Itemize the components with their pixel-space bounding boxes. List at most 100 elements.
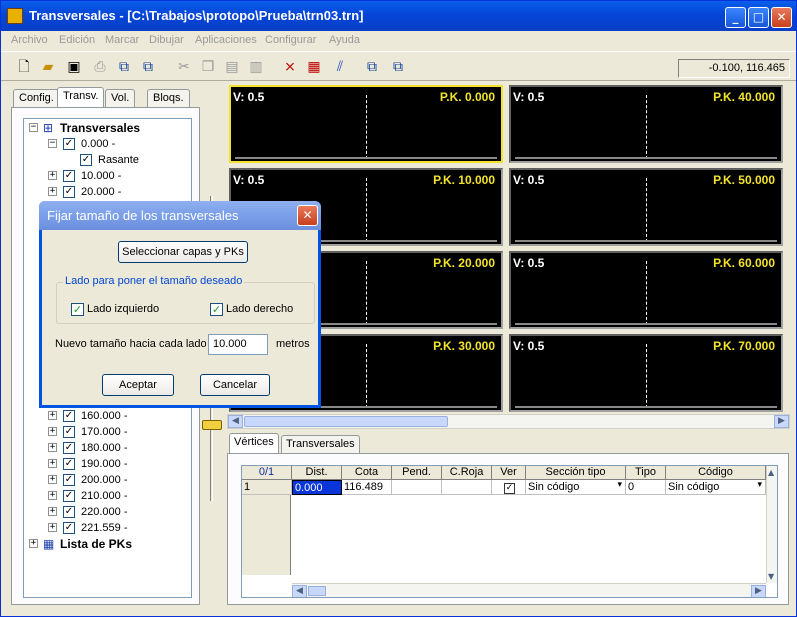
dropdown-icon[interactable]: ▾ xyxy=(617,480,622,490)
scroll-up-icon[interactable]: ▲ xyxy=(768,468,774,477)
menu-ayuda[interactable]: Ayuda xyxy=(329,34,360,46)
scroll-left-icon[interactable]: ◀ xyxy=(292,585,307,597)
right-side-checkbox-icon[interactable]: ✓ xyxy=(210,303,223,316)
expand-icon[interactable]: + xyxy=(48,491,57,500)
new-file-icon[interactable]: 🗋 xyxy=(15,58,33,76)
checkbox-icon[interactable]: ✓ xyxy=(63,170,75,182)
checkbox-icon[interactable]: ✓ xyxy=(63,138,75,150)
tree-item-0[interactable]: − ✓ 0.000 - xyxy=(48,136,188,152)
section-view[interactable]: V: 0.5 P.K. 60.000 xyxy=(509,251,783,329)
checkbox-icon[interactable]: ✓ xyxy=(63,474,75,486)
checkbox-icon[interactable]: ✓ xyxy=(63,442,75,454)
scroll-right-icon[interactable]: ▶ xyxy=(751,585,766,597)
menu-archivo[interactable]: Archivo xyxy=(11,34,48,46)
checkbox-icon[interactable]: ✓ xyxy=(63,522,75,534)
seccion-cell[interactable]: Sin código ▾ xyxy=(526,480,626,495)
tab-transversales[interactable]: Transversales xyxy=(281,435,360,453)
tab-bloqs[interactable]: Bloqs. xyxy=(147,89,190,107)
expand-icon[interactable]: + xyxy=(48,187,57,196)
splitter-handle[interactable] xyxy=(202,420,222,430)
grid-icon[interactable]: ▦ xyxy=(305,58,323,76)
tree-item-210[interactable]: + ✓ 210.000 - xyxy=(48,488,188,504)
checkbox-icon[interactable]: ✓ xyxy=(63,186,75,198)
expand-icon[interactable]: + xyxy=(48,443,57,452)
close-button[interactable]: ✕ xyxy=(771,7,792,28)
checkbox-icon[interactable]: ✓ xyxy=(63,458,75,470)
checkbox-icon[interactable]: ✓ xyxy=(80,154,92,166)
column-header[interactable]: 0/1 xyxy=(242,466,292,480)
pend-cell[interactable] xyxy=(392,480,442,495)
column-header[interactable]: Sección tipo xyxy=(526,466,626,480)
table-hscrollbar[interactable]: ◀ ▶ xyxy=(292,583,766,597)
sections-hscrollbar[interactable]: ◀ ▶ xyxy=(227,414,790,429)
export-icon[interactable]: ⧉ xyxy=(115,58,133,76)
croja-cell[interactable] xyxy=(442,480,492,495)
tree-item-20[interactable]: + ✓ 20.000 - xyxy=(48,184,188,200)
import-icon[interactable]: ⧉ xyxy=(139,58,157,76)
ver-cell[interactable]: ✓ xyxy=(492,480,526,495)
accept-button[interactable]: Aceptar xyxy=(102,374,174,396)
tab-vertices[interactable]: Vértices xyxy=(229,433,279,454)
paste-icon[interactable]: ▤ xyxy=(223,58,241,76)
checkbox-icon[interactable]: ✓ xyxy=(63,410,75,422)
expand-icon[interactable]: + xyxy=(48,459,57,468)
left-side-checkbox-icon[interactable]: ✓ xyxy=(71,303,84,316)
column-header[interactable]: Tipo xyxy=(626,466,666,480)
tree-pk-list[interactable]: + ▦ Lista de PKs xyxy=(29,536,179,552)
cancel-button[interactable]: Cancelar xyxy=(200,374,270,396)
tree-item-rasante[interactable]: ✓ Rasante xyxy=(80,152,180,168)
layer-import-icon[interactable]: ⧉ xyxy=(389,58,407,76)
menu-edicion[interactable]: Edición xyxy=(59,34,95,46)
scroll-down-icon[interactable]: ▼ xyxy=(768,572,774,581)
clipboard-icon[interactable]: ▥ xyxy=(247,58,265,76)
scroll-thumb[interactable] xyxy=(308,586,326,596)
tree-item-10[interactable]: + ✓ 10.000 - xyxy=(48,168,188,184)
cota-cell[interactable]: 116.489 xyxy=(342,480,392,495)
expand-icon[interactable]: + xyxy=(29,539,38,548)
tab-transv[interactable]: Transv. xyxy=(57,87,105,108)
layer-export-icon[interactable]: ⧉ xyxy=(363,58,381,76)
section-view[interactable]: V: 0.5 P.K. 70.000 xyxy=(509,334,783,412)
open-folder-icon[interactable]: ▰ xyxy=(39,58,57,76)
tree-root[interactable]: − ⊞ Transversales xyxy=(29,120,189,136)
collapse-icon[interactable]: − xyxy=(48,139,57,148)
expand-icon[interactable]: + xyxy=(48,523,57,532)
section-view[interactable]: V: 0.5 P.K. 40.000 xyxy=(509,85,783,163)
scroll-right-icon[interactable]: ▶ xyxy=(774,415,789,428)
dropdown-icon[interactable]: ▾ xyxy=(757,480,762,490)
maximize-button[interactable]: □ xyxy=(748,7,769,28)
tree-item-220[interactable]: + ✓ 220.000 - xyxy=(48,504,188,520)
print-icon[interactable]: ⎙ xyxy=(91,58,109,76)
tree-item-190[interactable]: + ✓ 190.000 - xyxy=(48,456,188,472)
tipo-cell[interactable]: 0 xyxy=(626,480,666,495)
crossing-lines-icon[interactable]: ⨯ xyxy=(281,58,299,76)
menu-dibujar[interactable]: Dibujar xyxy=(149,34,184,46)
expand-icon[interactable]: + xyxy=(48,171,57,180)
minimize-button[interactable]: _ xyxy=(725,7,746,28)
menu-aplicaciones[interactable]: Aplicaciones xyxy=(195,34,257,46)
row-index[interactable]: 1 xyxy=(242,480,292,495)
table-vscrollbar[interactable]: ▲ ▼ xyxy=(766,466,777,583)
tree-item-200[interactable]: + ✓ 200.000 - xyxy=(48,472,188,488)
menu-marcar[interactable]: Marcar xyxy=(105,34,139,46)
checkbox-icon[interactable]: ✓ xyxy=(63,506,75,518)
column-header[interactable]: Pend. xyxy=(392,466,442,480)
codigo-cell[interactable]: Sin código ▾ xyxy=(666,480,766,495)
cut-icon[interactable]: ✂ xyxy=(175,58,193,76)
tree-item-180[interactable]: + ✓ 180.000 - xyxy=(48,440,188,456)
column-header[interactable]: Ver xyxy=(492,466,526,480)
tab-config[interactable]: Config. xyxy=(13,89,60,107)
column-header[interactable]: C.Roja xyxy=(442,466,492,480)
expand-icon[interactable]: + xyxy=(48,427,57,436)
copy-icon[interactable]: ❐ xyxy=(199,58,217,76)
section-view[interactable]: V: 0.5 P.K. 50.000 xyxy=(509,168,783,246)
right-side-label[interactable]: Lado derecho xyxy=(226,303,293,315)
column-header[interactable]: Cota xyxy=(342,466,392,480)
scroll-thumb[interactable] xyxy=(244,416,448,427)
dialog-close-button[interactable]: ✕ xyxy=(297,205,318,226)
expand-icon[interactable]: + xyxy=(48,411,57,420)
checkbox-icon[interactable]: ✓ xyxy=(63,426,75,438)
column-header[interactable]: Dist. xyxy=(292,466,342,480)
tree-item-170[interactable]: + ✓ 170.000 - xyxy=(48,424,188,440)
scroll-left-icon[interactable]: ◀ xyxy=(228,415,243,428)
